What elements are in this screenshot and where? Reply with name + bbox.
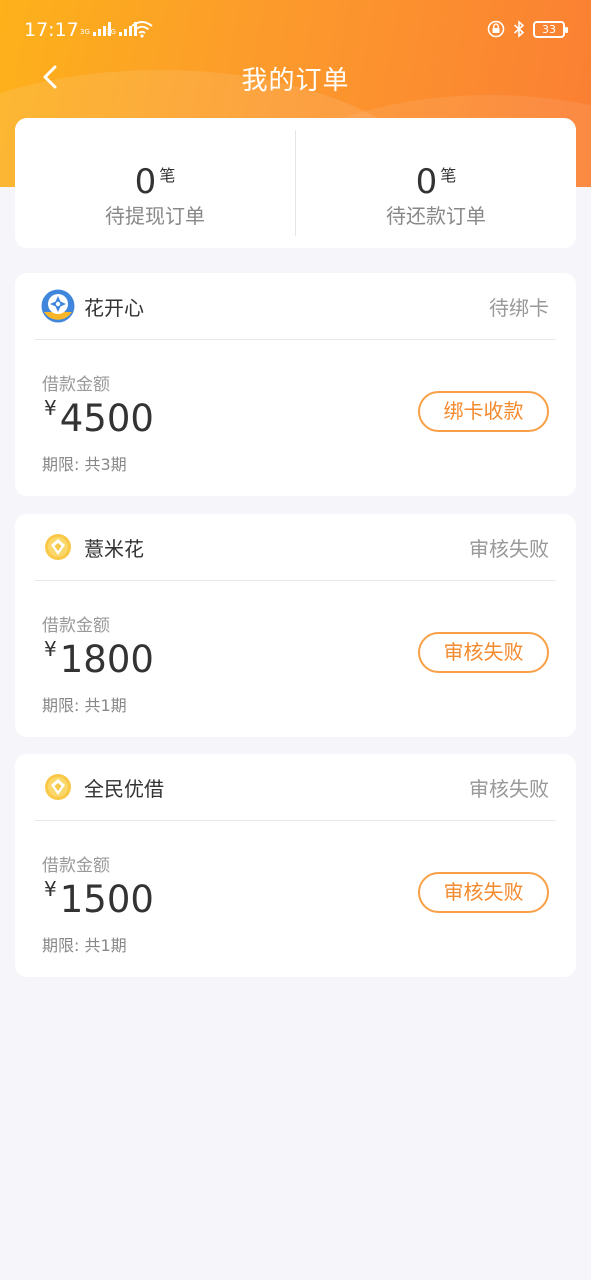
lender-name: 花开心	[84, 296, 144, 320]
lender-name: 薏米花	[84, 537, 144, 561]
status-time: 17:17	[24, 19, 79, 41]
signal-label: 3G	[106, 28, 116, 36]
order-card-header: 花开心 待绑卡	[15, 273, 576, 339]
currency-symbol: ¥	[44, 637, 57, 661]
yellow-coin-logo-icon	[45, 534, 71, 560]
yellow-coin-logo-icon	[45, 774, 71, 800]
status-bar: 17:17 3G 3G 33	[0, 0, 591, 60]
loan-amount: ¥4500	[44, 396, 154, 440]
order-card-header: 全民优借 审核失败	[15, 754, 576, 820]
card-divider	[35, 580, 556, 581]
lock-rotation-icon	[487, 20, 505, 38]
card-divider	[35, 820, 556, 821]
pending-withdraw-label: 待提现订单	[105, 204, 205, 228]
amount-value: 1500	[59, 878, 154, 921]
amount-label: 借款金额	[42, 375, 110, 395]
order-card-header: 薏米花 审核失败	[15, 514, 576, 580]
amount-label: 借款金额	[42, 616, 110, 636]
bind-card-collect-button[interactable]: 绑卡收款	[418, 391, 549, 432]
bluetooth-icon	[513, 20, 525, 38]
page-title: 我的订单	[241, 66, 350, 96]
loan-term: 期限: 共1期	[42, 936, 127, 955]
order-summary-card: 0笔 待提现订单 0笔 待还款订单	[15, 118, 576, 248]
amount-value: 4500	[59, 397, 154, 440]
order-status: 审核失败	[469, 537, 549, 561]
pending-repay-count: 0	[415, 162, 438, 202]
order-status: 待绑卡	[489, 296, 549, 320]
wifi-icon	[131, 21, 153, 38]
card-divider	[35, 339, 556, 340]
amount-label: 借款金额	[42, 856, 110, 876]
order-card[interactable]: 全民优借 审核失败 借款金额 ¥1500 期限: 共1期 审核失败	[15, 754, 576, 977]
blue-badge-logo-icon	[41, 289, 75, 323]
currency-symbol: ¥	[44, 877, 57, 901]
amount-value: 1800	[59, 638, 154, 681]
battery-level: 33	[542, 22, 556, 36]
loan-term: 期限: 共1期	[42, 696, 127, 715]
lender-name: 全民优借	[84, 777, 164, 801]
order-card[interactable]: 花开心 待绑卡 借款金额 ¥4500 期限: 共3期 绑卡收款	[15, 273, 576, 496]
nav-bar: 我的订单	[0, 52, 591, 102]
pending-repay-label: 待还款订单	[386, 204, 486, 228]
currency-symbol: ¥	[44, 396, 57, 420]
order-card[interactable]: 薏米花 审核失败 借款金额 ¥1800 期限: 共1期 审核失败	[15, 514, 576, 737]
loan-amount: ¥1500	[44, 877, 154, 921]
battery-icon: 33	[533, 20, 568, 38]
order-status: 审核失败	[469, 777, 549, 801]
review-failed-button[interactable]: 审核失败	[418, 872, 549, 913]
review-failed-button[interactable]: 审核失败	[418, 632, 549, 673]
loan-amount: ¥1800	[44, 637, 154, 681]
count-unit: 笔	[159, 166, 176, 185]
loan-term: 期限: 共3期	[42, 455, 127, 474]
signal-label: 3G	[80, 28, 90, 36]
pending-withdraw-summary[interactable]: 0笔 待提现订单	[15, 118, 295, 248]
pending-repay-summary[interactable]: 0笔 待还款订单	[296, 118, 576, 248]
pending-withdraw-count: 0	[134, 162, 157, 202]
count-unit: 笔	[440, 166, 457, 185]
